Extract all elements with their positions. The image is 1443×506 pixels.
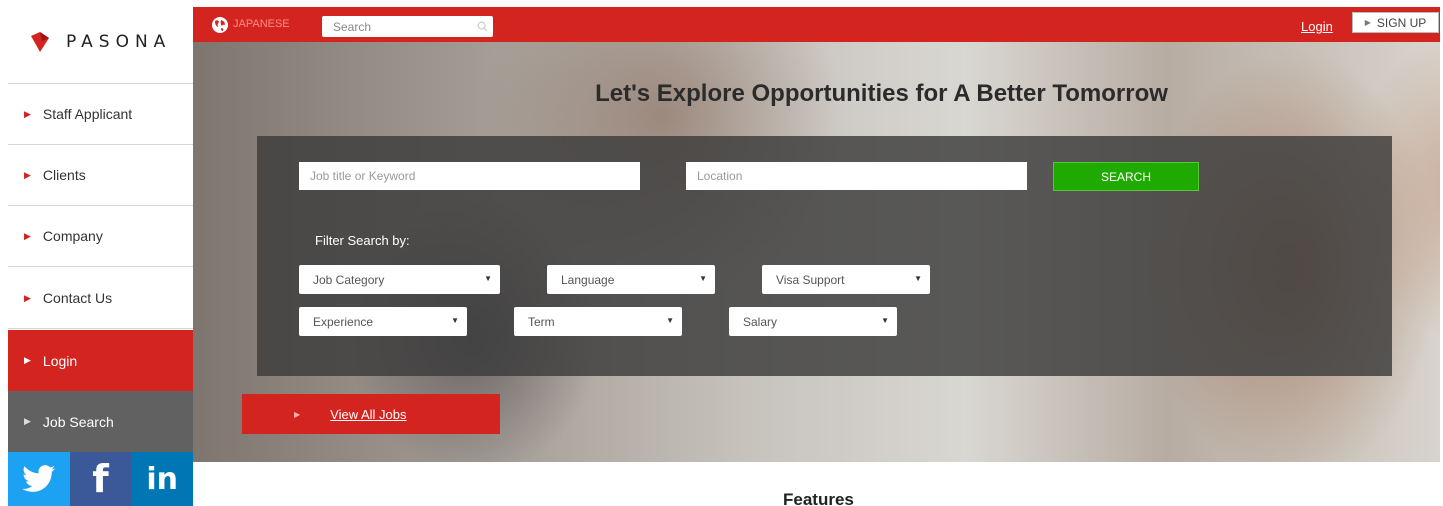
facebook-icon: f — [92, 457, 109, 501]
sidebar-item-label: Contact Us — [42, 290, 113, 306]
linkedin-link[interactable]: in — [131, 452, 194, 506]
sidebar-item-label: Login — [42, 352, 78, 369]
select-value: Job Category — [313, 272, 385, 287]
select-value: Language — [561, 272, 615, 287]
social-links: f in — [8, 452, 194, 506]
hero-banner: JAPANESE Login ▶ SIGN UP Let's Explore O… — [193, 7, 1440, 462]
visa-support-select[interactable]: Visa Support ▼ — [762, 265, 930, 294]
search-button[interactable]: SEARCH — [1053, 162, 1199, 191]
chevron-right-icon: ▶ — [294, 409, 301, 419]
term-select[interactable]: Term ▼ — [514, 307, 682, 336]
filter-label: Filter Search by: — [315, 233, 410, 248]
chevron-right-icon: ▶ — [24, 108, 31, 119]
features-heading: Features — [783, 490, 854, 506]
chevron-right-icon: ▶ — [24, 355, 31, 365]
chevron-right-icon: ▶ — [1364, 18, 1371, 27]
sidebar-item-contact-us[interactable]: ▶ Contact Us — [8, 268, 193, 329]
chevron-right-icon: ▶ — [24, 169, 31, 180]
select-value: Salary — [743, 314, 778, 329]
sidebar-item-label: Job Search — [42, 413, 114, 430]
sidebar-item-staff-applicant[interactable]: ▶ Staff Applicant — [8, 84, 193, 145]
caret-down-icon: ▼ — [699, 274, 707, 283]
facebook-link[interactable]: f — [69, 452, 132, 506]
login-link[interactable]: Login — [1301, 19, 1333, 34]
sidebar-item-login[interactable]: ▶ Login — [8, 330, 193, 391]
experience-select[interactable]: Experience ▼ — [299, 307, 467, 336]
job-search-panel: SEARCH Filter Search by: Job Category ▼ … — [257, 136, 1392, 376]
language-link[interactable]: JAPANESE — [233, 18, 290, 30]
twitter-icon — [22, 465, 56, 492]
salary-select[interactable]: Salary ▼ — [729, 307, 897, 336]
sidebar-item-company[interactable]: ▶ Company — [8, 206, 193, 267]
job-category-select[interactable]: Job Category ▼ — [299, 265, 500, 294]
pasona-logo-icon — [31, 31, 49, 52]
view-all-jobs-label: View All Jobs — [330, 406, 407, 422]
sidebar-item-clients[interactable]: ▶ Clients — [8, 145, 193, 206]
caret-down-icon: ▼ — [881, 316, 889, 325]
select-value: Experience — [313, 314, 374, 329]
signup-button[interactable]: ▶ SIGN UP — [1352, 12, 1439, 33]
page: PASONA ▶ Staff Applicant ▶ Clients ▶ Com… — [0, 0, 1443, 506]
hero-headline: Let's Explore Opportunities for A Better… — [595, 80, 1168, 107]
location-input[interactable] — [686, 162, 1027, 190]
language-select[interactable]: Language ▼ — [547, 265, 715, 294]
twitter-link[interactable] — [8, 452, 70, 506]
chevron-right-icon: ▶ — [24, 292, 31, 303]
signup-label: SIGN UP — [1376, 15, 1427, 30]
view-all-jobs-button[interactable]: ▶ View All Jobs — [242, 394, 500, 434]
caret-down-icon: ▼ — [914, 274, 922, 283]
globe-icon[interactable] — [211, 16, 229, 34]
caret-down-icon: ▼ — [666, 316, 674, 325]
search-icon[interactable] — [477, 21, 488, 32]
linkedin-icon: in — [146, 461, 178, 497]
search-input[interactable] — [322, 16, 493, 37]
keyword-input[interactable] — [299, 162, 640, 190]
select-value: Term — [528, 314, 555, 329]
sidebar-item-label: Staff Applicant — [42, 106, 133, 122]
chevron-right-icon: ▶ — [24, 416, 31, 426]
caret-down-icon: ▼ — [484, 274, 492, 283]
logo[interactable]: PASONA — [8, 0, 193, 84]
sidebar-item-label: Clients — [42, 167, 86, 183]
logo-text: PASONA — [66, 31, 172, 52]
chevron-right-icon: ▶ — [24, 230, 31, 241]
sidebar-item-label: Company — [42, 228, 103, 244]
sidebar-item-job-search[interactable]: ▶ Job Search — [8, 391, 193, 452]
sidebar: PASONA ▶ Staff Applicant ▶ Clients ▶ Com… — [8, 0, 194, 506]
select-value: Visa Support — [776, 272, 845, 287]
caret-down-icon: ▼ — [451, 316, 459, 325]
top-bar: JAPANESE Login ▶ SIGN UP — [193, 7, 1440, 42]
